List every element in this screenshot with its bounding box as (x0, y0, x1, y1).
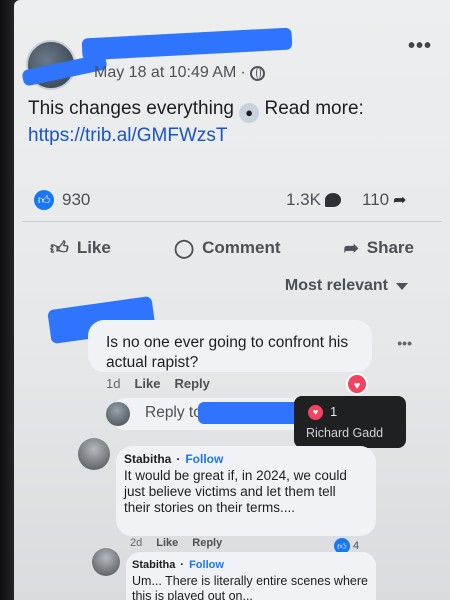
follow-link[interactable]: Follow (189, 559, 224, 571)
post-link[interactable]: https://trib.al/GMFWzsT (28, 125, 228, 147)
comment-text: It would be great if, in 2024, we could … (124, 468, 347, 515)
comment-bubble-icon (324, 193, 341, 207)
comment-like-count-value: 4 (353, 540, 360, 552)
avatar (106, 402, 130, 426)
comment-reply-button[interactable]: Reply (192, 537, 222, 549)
globe-icon (249, 65, 265, 81)
comment-button[interactable]: ◯ Comment (148, 238, 307, 259)
comment-sort-dropdown[interactable]: Most relevant (285, 277, 408, 295)
shares-count-value: 110 (362, 190, 390, 209)
more-options-icon[interactable]: ••• (408, 35, 432, 58)
like-button[interactable]: 👍︎ Like (24, 237, 137, 259)
reaction-count[interactable]: 930 (62, 190, 90, 210)
like-reaction-icon[interactable]: 👍︎ (34, 190, 54, 210)
comment-header: Stabitha · Follow (132, 559, 224, 571)
comment-button-label: Comment (202, 238, 281, 257)
comments-count-value: 1.3K (286, 190, 321, 209)
avatar[interactable] (78, 438, 110, 470)
share-arrow-icon: ➦ (393, 192, 407, 209)
post-timestamp[interactable]: May 18 at 10:49 AM (94, 64, 236, 82)
comment-text: Is no one ever going to confront his act… (106, 334, 349, 371)
share-icon: ➦ (343, 237, 359, 258)
thumbs-up-icon: 👍︎ (50, 238, 69, 258)
sort-label: Most relevant (284, 277, 388, 294)
comment-reply-button[interactable]: Reply (174, 376, 209, 391)
separator: · (180, 559, 185, 571)
comment-more-icon[interactable]: ••• (397, 335, 412, 351)
chevron-down-icon (396, 282, 408, 290)
post-meta: May 18 at 10:49 AM · (94, 64, 265, 82)
comment-age: 2d (130, 537, 143, 549)
comment-actions: 2d Like Reply (130, 537, 222, 549)
read-more-text: Read more: (264, 98, 364, 119)
meta-separator: · (240, 64, 246, 81)
comment-author[interactable]: Stabitha (124, 452, 171, 466)
divider (22, 221, 442, 222)
separator: · (176, 452, 181, 466)
shares-count[interactable]: 110 ➦ (362, 190, 407, 210)
share-button-label: Share (366, 238, 414, 257)
heart-reaction-icon[interactable]: ♥ (346, 373, 368, 395)
like-button-label: Like (76, 238, 111, 257)
comment-header: Stabitha · Follow (124, 452, 223, 466)
reply-placeholder: Reply to (145, 404, 202, 421)
comment-age: 1d (106, 376, 121, 391)
post-action-bar: 👍︎ Like ◯ Comment ➦ Share (24, 234, 440, 262)
comment-author[interactable]: Stabitha (132, 559, 175, 571)
comment-actions: 1d Like Reply (106, 376, 210, 391)
comments-count[interactable]: 1.3K (286, 190, 341, 210)
facebook-post-screen: May 18 at 10:49 AM · ••• This changes ev… (14, 0, 450, 600)
avatar[interactable] (92, 548, 120, 576)
redacted-page-name (81, 27, 293, 61)
heart-icon: ♥ (308, 405, 323, 420)
tooltip-count: 1 (330, 404, 338, 419)
reaction-tooltip: ♥ 1 Richard Gadd (294, 396, 406, 448)
comment-like-button[interactable]: Like (156, 537, 178, 549)
share-button[interactable]: ➦ Share (318, 238, 440, 259)
follow-link[interactable]: Follow (185, 452, 223, 466)
comment-like-button[interactable]: Like (134, 376, 160, 391)
comment-icon: ◯ (173, 237, 195, 258)
tooltip-name: Richard Gadd (306, 426, 384, 440)
post-body-text: This changes everything (28, 98, 234, 119)
post-text: This changes everything ● Read more: (28, 98, 364, 123)
scream-emoji-icon: ● (239, 103, 260, 123)
comment-text: Um... There is literally entire scenes w… (132, 574, 368, 600)
